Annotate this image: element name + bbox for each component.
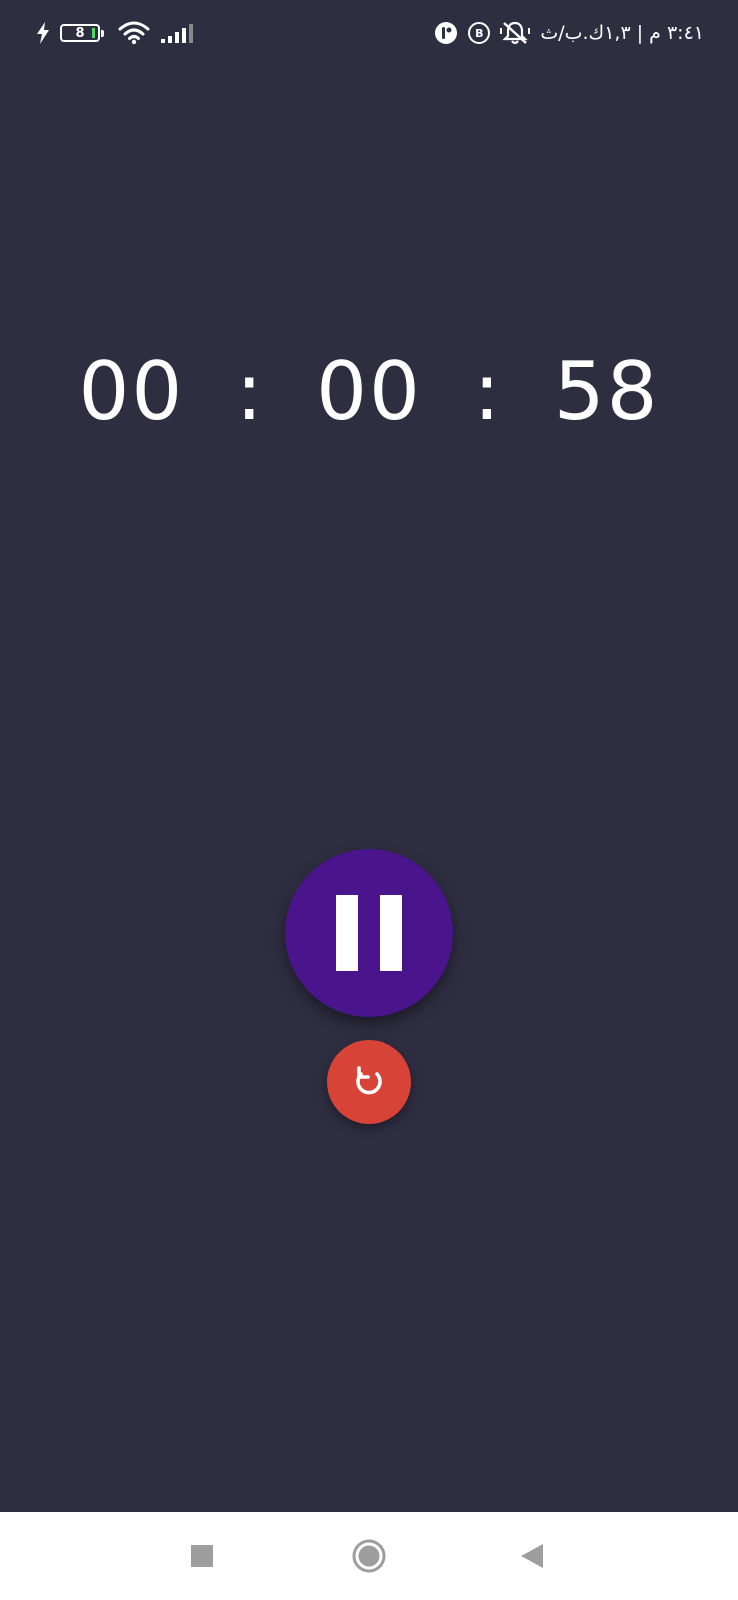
pause-icon-bar — [380, 895, 402, 971]
charging-icon — [36, 22, 50, 44]
battery-level-bar — [92, 28, 95, 38]
back-button[interactable] — [510, 1534, 554, 1578]
timer-minutes: 00 — [316, 345, 422, 438]
recents-button[interactable] — [180, 1534, 224, 1578]
status-time: ٣:٤١ م | ١,٣ك.ب/ث — [540, 22, 704, 44]
wifi-icon — [118, 21, 150, 45]
pause-icon — [336, 895, 358, 971]
status-bar-left: 8 — [36, 18, 194, 48]
battery-icon: 8 — [60, 24, 104, 42]
signal-icon — [160, 22, 194, 44]
back-icon — [519, 1542, 545, 1570]
pause-button[interactable] — [285, 849, 453, 1017]
reset-button[interactable] — [327, 1040, 411, 1124]
navigation-bar — [0, 1512, 738, 1600]
reset-icon — [351, 1064, 387, 1100]
battery-level: 8 — [75, 25, 85, 41]
recents-icon — [190, 1544, 214, 1568]
timer-display: 00 : 00 : 58 — [0, 352, 738, 432]
whatsapp-business-icon: B — [468, 22, 491, 44]
timer-separator: : — [235, 345, 265, 438]
status-bar-right: B ٣:٤١ م | ١,٣ك.ب/ث — [434, 18, 704, 48]
status-bar: 8 B ٣:٤١ م | ١,٣ك.ب/ث — [0, 0, 738, 66]
home-icon — [351, 1538, 387, 1574]
home-button[interactable] — [347, 1534, 391, 1578]
whatsapp-business-badge: B — [475, 26, 484, 40]
timer-seconds: 58 — [553, 345, 660, 438]
timer-hours: 00 — [78, 345, 185, 438]
app-notification-icon — [434, 21, 458, 45]
timer-separator: : — [473, 345, 503, 438]
notifications-muted-icon — [500, 20, 531, 46]
